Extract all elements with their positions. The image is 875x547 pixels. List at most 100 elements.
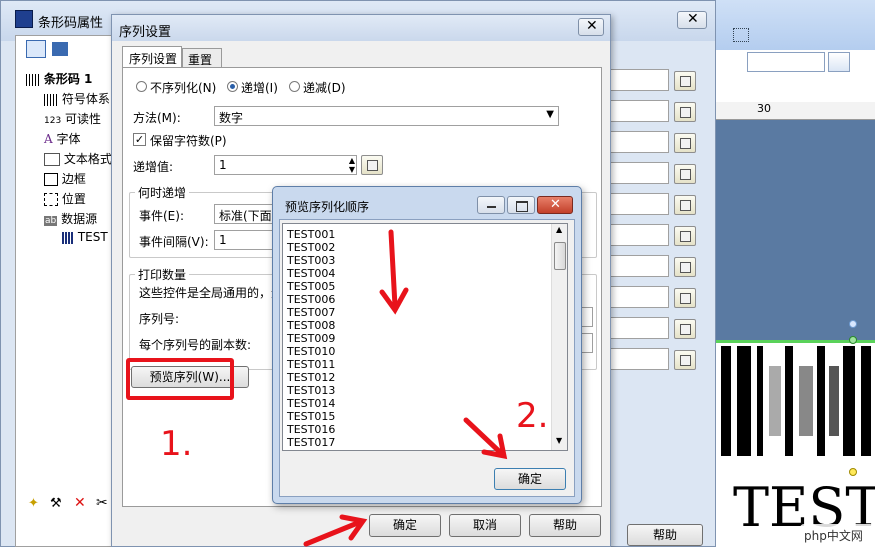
tree-item-symbology[interactable]: 符号体系 xyxy=(44,90,110,107)
tree-item-test[interactable]: TEST xyxy=(62,230,108,244)
delete-icon[interactable]: ✕ xyxy=(74,495,86,511)
main-field-4[interactable] xyxy=(609,162,669,184)
increment-picker-icon[interactable] xyxy=(361,155,383,175)
font-icon: A xyxy=(44,132,53,146)
when-increment-title: 何时递增 xyxy=(135,184,190,201)
maximize-button[interactable] xyxy=(507,196,535,214)
radio-increment[interactable] xyxy=(227,81,238,92)
app-toolbar xyxy=(713,0,875,50)
new-icon[interactable]: ✦ xyxy=(28,496,39,511)
field-1-picker-icon[interactable] xyxy=(674,71,696,91)
field-10-picker-icon[interactable] xyxy=(674,350,696,370)
123-icon: 123 xyxy=(44,116,62,126)
cut-icon[interactable]: ✂ xyxy=(96,495,108,511)
sequence-item[interactable]: TEST017 xyxy=(287,436,335,449)
main-field-5[interactable] xyxy=(609,193,669,215)
tab-serial-settings[interactable]: 序列设置 xyxy=(122,46,182,68)
step-2-label: 2. xyxy=(516,396,549,436)
ruler: 30 xyxy=(713,102,875,120)
sequence-item[interactable]: TEST006 xyxy=(287,293,335,306)
main-field-3[interactable] xyxy=(609,131,669,153)
dialog-close-button[interactable]: ✕ xyxy=(578,18,604,36)
method-label: 方法(M): xyxy=(133,111,181,125)
sequence-item[interactable]: TEST005 xyxy=(287,280,335,293)
sequence-item[interactable]: TEST012 xyxy=(287,371,335,384)
main-help-button[interactable]: 帮助 xyxy=(627,524,703,546)
sequence-item[interactable]: TEST001 xyxy=(287,228,335,241)
scroll-up-icon[interactable]: ▲ xyxy=(556,225,562,234)
field-3-picker-icon[interactable] xyxy=(674,133,696,153)
right-background: 30 TEST xyxy=(713,0,875,547)
field-6-picker-icon[interactable] xyxy=(674,226,696,246)
tree-item-readability[interactable]: 123 可读性 xyxy=(44,110,101,127)
scroll-down-icon[interactable]: ▼ xyxy=(556,436,562,445)
barcode-icon xyxy=(44,93,58,106)
close-button[interactable]: ✕ xyxy=(677,11,707,29)
increment-input[interactable]: 1 ▲ ▼ xyxy=(214,155,357,175)
radio-decrement[interactable] xyxy=(289,81,300,92)
field-4-picker-icon[interactable] xyxy=(674,164,696,184)
cancel-button[interactable]: 取消 xyxy=(449,514,521,537)
main-field-9[interactable] xyxy=(609,317,669,339)
sequence-item[interactable]: TEST003 xyxy=(287,254,335,267)
minimize-button[interactable] xyxy=(477,196,505,214)
sequence-item[interactable]: TEST007 xyxy=(287,306,335,319)
radio-none[interactable] xyxy=(136,81,147,92)
dialog-title: 序列设置 xyxy=(119,25,172,40)
sequence-item[interactable]: TEST010 xyxy=(287,345,335,358)
field-2-picker-icon[interactable] xyxy=(674,102,696,122)
tree-item-position[interactable]: 位置 xyxy=(44,190,86,207)
sequence-item[interactable]: TEST013 xyxy=(287,384,335,397)
sequence-item[interactable]: TEST011 xyxy=(287,358,335,371)
tree-item-data-source[interactable]: ab 数据源 xyxy=(44,210,97,227)
list-scrollbar[interactable]: ▲ ▼ xyxy=(551,224,567,450)
preview-close-button[interactable]: ✕ xyxy=(537,196,573,214)
sequence-item[interactable]: TEST009 xyxy=(287,332,335,345)
main-field-10[interactable] xyxy=(609,348,669,370)
sequence-item[interactable]: TEST004 xyxy=(287,267,335,280)
spin-icon[interactable]: ▲ ▼ xyxy=(349,156,355,174)
app-icon xyxy=(15,10,33,28)
field-9-picker-icon[interactable] xyxy=(674,319,696,339)
help-button[interactable]: 帮助 xyxy=(529,514,601,537)
text-format-icon xyxy=(44,153,60,166)
tree-item-border[interactable]: 边框 xyxy=(44,170,86,187)
method-select[interactable]: 数字 ▼ xyxy=(214,106,559,126)
preview-sequence-dialog: 预览序列化顺序 ✕ TEST001 TEST002 TEST003 TEST004 TE… xyxy=(272,186,582,504)
data-source-icon: ab xyxy=(44,216,58,226)
tree-item-font[interactable]: A 字体 xyxy=(44,130,81,147)
main-field-6[interactable] xyxy=(609,224,669,246)
preview-body: TEST001 TEST002 TEST003 TEST004 TEST005 TEST0… xyxy=(279,219,575,497)
list-view-icon[interactable] xyxy=(52,42,68,56)
sequence-item[interactable]: TEST016 xyxy=(287,423,335,436)
sequence-item[interactable]: TEST015 xyxy=(287,410,335,423)
keep-chars-checkbox[interactable]: ✓ xyxy=(133,133,146,146)
field-8-picker-icon[interactable] xyxy=(674,288,696,308)
align-icon[interactable] xyxy=(828,52,850,72)
main-field-7[interactable] xyxy=(609,255,669,277)
main-field-2[interactable] xyxy=(609,100,669,122)
toolbar-dropdown[interactable] xyxy=(747,52,825,72)
tree-item-barcode[interactable]: 条形码 1 xyxy=(26,70,92,87)
tree-view-icon[interactable] xyxy=(26,40,46,58)
preview-ok-button[interactable]: 确定 xyxy=(494,468,566,490)
watermark: php中文网 xyxy=(800,524,874,546)
field-7-picker-icon[interactable] xyxy=(674,257,696,277)
main-field-8[interactable] xyxy=(609,286,669,308)
sequence-item[interactable]: TEST002 xyxy=(287,241,335,254)
keep-chars-label: 保留字符数(P) xyxy=(150,134,227,148)
main-field-1[interactable] xyxy=(609,69,669,91)
ok-button[interactable]: 确定 xyxy=(369,514,441,537)
field-5-picker-icon[interactable] xyxy=(674,195,696,215)
magic-icon[interactable]: ⚒ xyxy=(50,496,62,511)
tree-item-text-format[interactable]: 文本格式 xyxy=(44,150,112,167)
border-icon xyxy=(44,173,58,186)
serial-number-label: 序列号: xyxy=(139,312,180,326)
window-title: 条形码属性 xyxy=(38,16,104,31)
dialog-title-bar: 序列设置 ✕ xyxy=(112,15,610,41)
sequence-item[interactable]: TEST014 xyxy=(287,397,335,410)
tab-reset[interactable]: 重置 xyxy=(182,48,222,68)
grid-icon[interactable] xyxy=(733,28,749,42)
sequence-item[interactable]: TEST008 xyxy=(287,319,335,332)
scroll-thumb[interactable] xyxy=(554,242,566,270)
